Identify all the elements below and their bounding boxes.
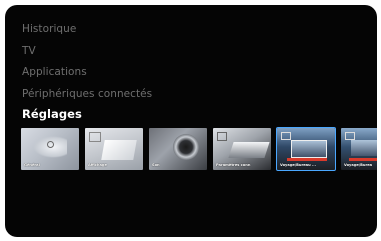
tile-voyage2-bar: [349, 158, 377, 161]
tile-parametres-conn[interactable]: Paramètres conn: [213, 128, 271, 170]
tile-voyage-screen: [291, 140, 327, 158]
tile-parametres-icon: [217, 132, 227, 141]
menu-item-reglages[interactable]: Réglages: [22, 105, 152, 123]
tile-voyage-bureau[interactable]: Voyage/Bureau ...: [276, 127, 336, 171]
tile-general[interactable]: Général: [21, 128, 79, 170]
menu-item-peripheriques-connectes[interactable]: Périphériques connectés: [22, 84, 152, 106]
menu-item-applications[interactable]: Applications: [22, 62, 152, 84]
tile-voyage2-label: Voyage/Burea: [344, 163, 373, 167]
tile-voyage-bar: [287, 158, 327, 161]
tile-affichage[interactable]: Affichage: [85, 128, 143, 170]
tile-affichage-sheet: [101, 140, 137, 160]
tile-voyage-label: Voyage/Bureau ...: [280, 163, 316, 167]
tile-parametres-label: Paramètres conn: [216, 163, 251, 167]
tile-general-label: Général: [24, 163, 40, 167]
menu-item-tv[interactable]: TV: [22, 41, 152, 63]
tile-voyage-icon: [281, 132, 291, 140]
main-menu: Historique TV Applications Périphériques…: [22, 19, 152, 123]
tile-voyage2-icon: [345, 132, 355, 140]
menu-item-historique[interactable]: Historique: [22, 19, 152, 41]
tile-affichage-image: [89, 132, 101, 142]
tile-parametres-device: [228, 142, 270, 158]
settings-tile-row: Général Affichage Son Paramètres conn Vo…: [21, 127, 377, 171]
tile-son[interactable]: Son: [149, 128, 207, 170]
tile-son-speaker: [173, 134, 199, 160]
tile-general-icon: [47, 141, 54, 148]
tile-voyage-bureau-2[interactable]: Voyage/Burea: [341, 128, 377, 170]
tv-settings-screen: Historique TV Applications Périphériques…: [5, 5, 377, 237]
tile-voyage2-screen: [351, 140, 377, 156]
tile-son-label: Son: [152, 163, 160, 167]
tile-affichage-label: Affichage: [88, 163, 107, 167]
